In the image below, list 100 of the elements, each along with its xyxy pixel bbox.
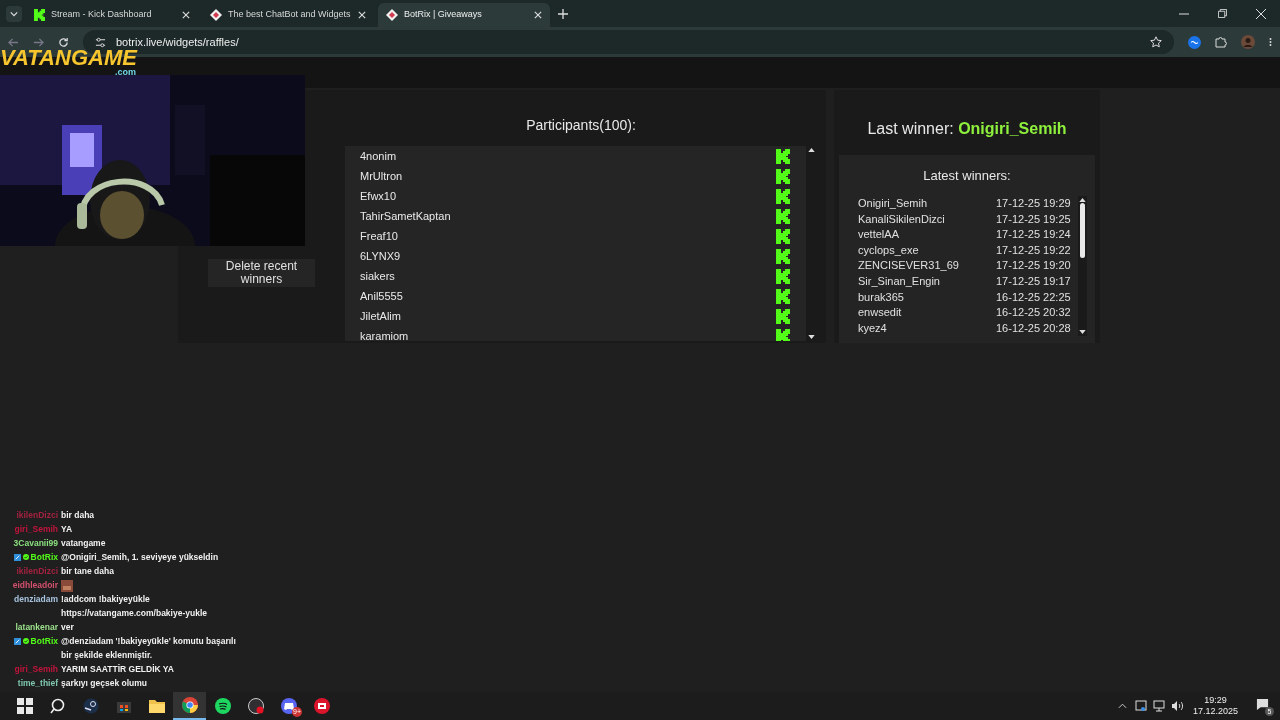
winner-name: kyez4 [858,320,888,336]
winner-time: 17-12-25 19:29 [996,196,1071,212]
chat-message: şarkıyı geçsek olumu [60,677,147,690]
diamond-icon [210,9,222,21]
chat-username: latankenar [15,621,58,634]
winner-time: 16-12-25 22:25 [996,289,1071,305]
search-icon [49,698,66,714]
chat-username: giri_Semih [14,523,58,536]
url-text: botrix.live/widgets/raffles/ [116,34,240,50]
folder-icon [148,698,165,714]
puzzle-icon[interactable] [1215,36,1227,48]
tab-list-button[interactable] [6,5,22,22]
participant-row[interactable]: karamiom [345,326,806,341]
winner-name: enwsedit [858,305,903,321]
forward-icon[interactable] [33,36,44,48]
kick-icon [776,308,790,324]
chat-message: ver [60,621,74,634]
participant-row[interactable]: Freaf10 [345,226,806,246]
bot-badge-icon [13,553,21,561]
taskbar-app[interactable] [173,692,206,720]
last-winner-text: Last winner: Onigiri_Semih [867,119,1067,139]
participant-name: TahirSametKaptan [360,208,452,224]
participant-row[interactable]: 4nonim [345,146,806,166]
participant-name: siakers [360,268,396,284]
winner-name: ZENCISEVER31_69 [858,258,960,274]
participant-row[interactable]: TahirSametKaptan [345,206,806,226]
site-settings-icon [95,36,106,48]
chat-message: @Onigiri_Semih, 1. seviyeye yükseldin [60,551,219,564]
kick-icon [776,168,790,184]
tab-title: Stream - Kick Dashboard [51,8,153,22]
latest-winners-title: Latest winners: [923,167,1011,185]
chevron-up-icon[interactable] [1117,703,1127,709]
notification-icon[interactable] [1256,698,1269,711]
participant-row[interactable]: Efwx10 [345,186,806,206]
chat-username: time_thief [17,677,58,690]
kick-icon [776,208,790,224]
winner-time: 16-12-25 20:28 [996,320,1071,336]
back-icon[interactable] [8,36,19,48]
winner-name: Sir_Sinan_Engin [858,274,941,289]
participant-name: Anil5555 [360,288,404,304]
winner-name: KanaliSikilenDizci [858,211,946,227]
windows-icon [16,698,33,714]
winner-time: 17-12-25 19:22 [996,242,1071,258]
winner-name: burak365 [858,289,905,305]
browser-tab[interactable]: The best ChatBot and Widgets [202,3,374,27]
browser-tab[interactable]: BotRix | Giveaways [378,3,550,27]
scroll-up-icon[interactable] [808,148,815,152]
chat-username: BotRix [30,551,58,564]
new-tab-icon[interactable] [558,8,568,19]
participant-name: JiletAlim [360,308,402,324]
winner-name: Onigiri_Semih [858,196,929,212]
tab-title: BotRix | Giveaways [404,8,483,22]
winner-time: 17-12-25 19:17 [996,274,1071,289]
extension-icon[interactable] [1188,35,1201,49]
tray-app-icon[interactable] [1134,700,1147,712]
participant-row[interactable]: Anil5555 [345,286,806,306]
reload-icon[interactable] [58,36,69,48]
chat-username: 3Cavanii99 [13,537,58,550]
kick-icon [776,328,790,341]
winner-time: 16-12-25 20:32 [996,305,1071,321]
chat-message: bir tane daha [60,565,114,578]
chat-username: denziadam [14,593,58,606]
restore-icon[interactable] [1218,9,1227,18]
scroll-down-icon[interactable] [1079,329,1086,334]
record-app-icon [247,698,264,714]
steam-icon [82,698,99,714]
menu-icon[interactable] [1269,36,1272,48]
chrome-icon [181,697,198,713]
logo-suffix: .com [114,68,136,77]
scroll-down-icon[interactable] [808,335,815,339]
scrollbar[interactable] [1078,195,1087,336]
participant-row[interactable]: siakers [345,266,806,286]
verified-icon [22,554,29,560]
app-icon [313,698,330,714]
delete-winners-button[interactable]: Delete recent winners [208,259,315,287]
close-icon[interactable] [358,11,366,19]
winner-time: 17-12-25 19:25 [996,211,1071,227]
kick-icon [776,248,790,264]
chat-message: YARIM SAATTİR GELDİK YA [60,663,174,676]
scroll-up-icon[interactable] [1079,197,1086,202]
scroll-thumb[interactable] [1080,203,1085,258]
chat-message: bir daha [60,509,95,522]
participant-row[interactable]: JiletAlim [345,306,806,326]
star-icon[interactable] [1150,36,1162,48]
kick-icon [776,288,790,304]
participant-row[interactable]: 6LYNX9 [345,246,806,266]
clock-time: 19:29 [1204,695,1227,706]
close-icon[interactable] [1256,8,1266,19]
browser-tab[interactable]: Stream - Kick Dashboard [26,3,198,27]
chat-username: BotRix [30,635,58,648]
kick-icon [34,9,45,21]
close-icon[interactable] [534,11,542,19]
close-icon[interactable] [182,11,190,19]
volume-icon[interactable] [1170,700,1183,712]
emote-icon [61,580,73,592]
winner-name: vettelAA [858,227,900,243]
network-icon[interactable] [1152,700,1165,712]
participant-row[interactable]: MrUltron [345,166,806,186]
winner-name: cyclops_exe [858,242,920,258]
chevron-down-icon [10,9,18,18]
